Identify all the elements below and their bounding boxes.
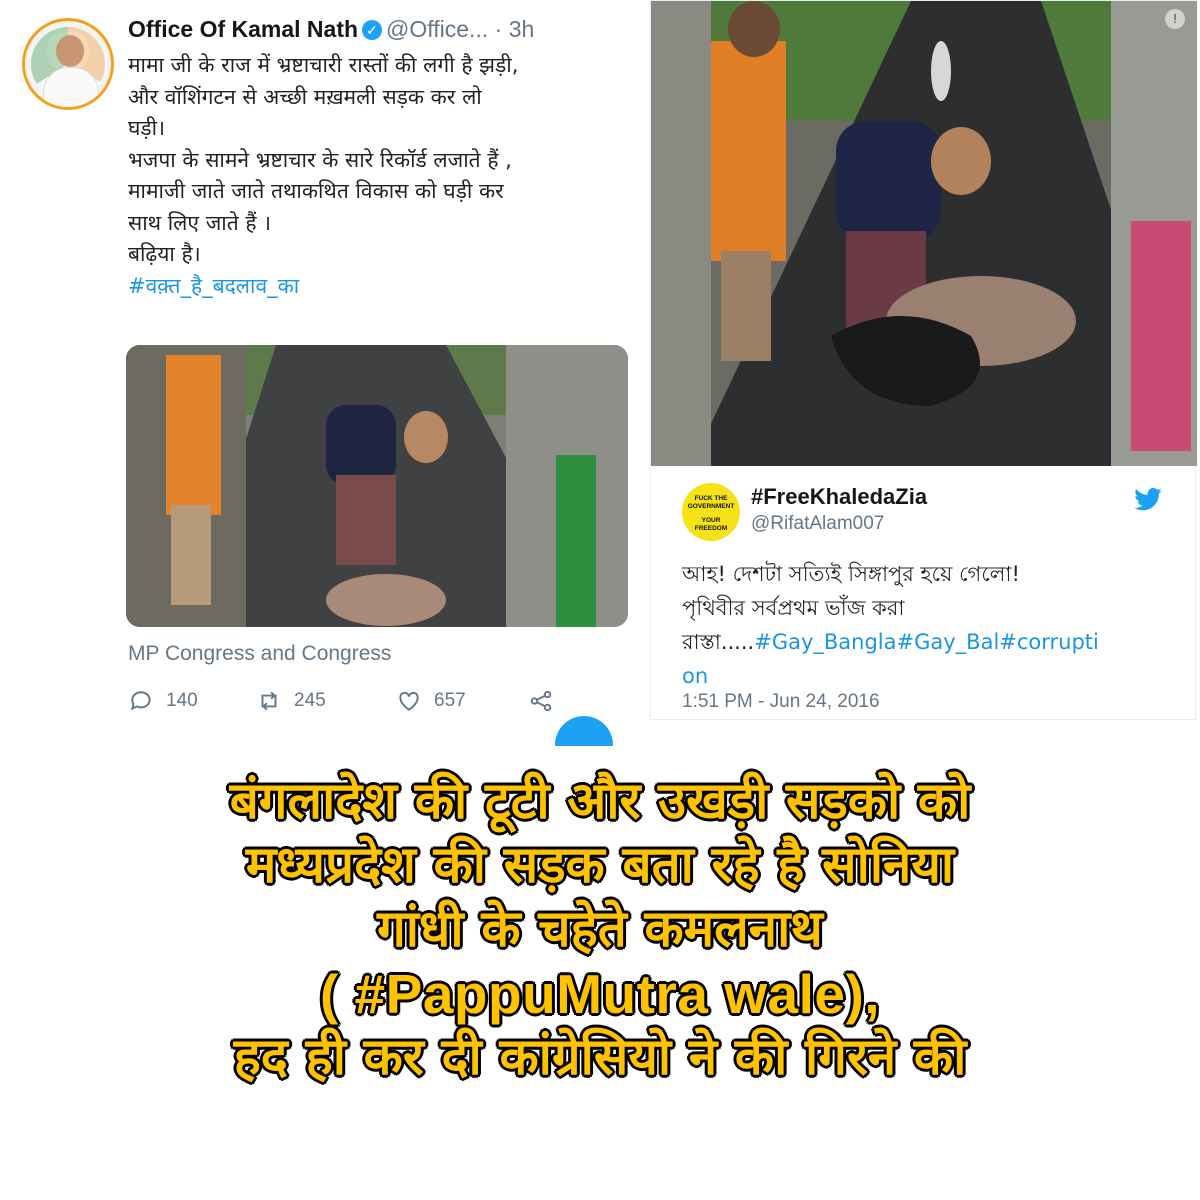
- separator-dot: ·: [494, 16, 503, 42]
- hashtag-link[interactable]: on: [682, 664, 708, 688]
- tweet-photo[interactable]: !: [651, 1, 1197, 466]
- caption-line: बंगलादेश की टूटी और उखड़ी सड़को को: [229, 772, 971, 831]
- overlay-caption: बंगलादेश की टूटी और उखड़ी सड़को को मध्यप…: [0, 770, 1200, 1090]
- tweet-line: भजपा के सामने भ्रष्टाचार के सारे रिकॉर्ड…: [128, 147, 512, 172]
- tweet-timestamp[interactable]: 1:51 PM - Jun 24, 2016: [682, 691, 880, 713]
- avatar-text: YOUR: [701, 517, 721, 524]
- author-name[interactable]: Office Of Kamal Nath: [128, 16, 358, 42]
- hashtag-link[interactable]: #Gay_Bangla#Gay_Bal#corrupti: [754, 630, 1099, 654]
- retweet-action[interactable]: 245: [256, 688, 326, 714]
- freekhaledazia-tweet: ! FUCK THE GOVERNMENT YOUR FREEDOM #Free…: [650, 0, 1197, 720]
- tweet-line: बढ़िया है।: [128, 242, 201, 266]
- reply-action[interactable]: 140: [128, 688, 198, 714]
- tweet-actions: 140 245 657: [128, 688, 608, 718]
- tweet-time[interactable]: 3h: [509, 16, 535, 42]
- caption-line: ( #PappuMutra wale),: [319, 963, 881, 1025]
- tweet-line: घड़ी।: [128, 116, 166, 140]
- avatar-text: GOVERNMENT: [687, 503, 735, 510]
- tweet-line: রাস্তা.....: [682, 630, 755, 654]
- tweet-header: Office Of Kamal Nath ✓ @Office... · 3h: [128, 16, 534, 43]
- media-source[interactable]: MP Congress and Congress: [128, 642, 391, 666]
- tweet-line: और वॉशिंगटन से अच्छी मख़मली सड़क कर लो: [128, 84, 482, 109]
- tweet-line: আহ! দেশটা সত্যিই সিঙ্গাপুর হয়ে গেলো!: [682, 562, 1020, 586]
- caption-line: हद ही कर दी कांग्रेसियो ने की गिरने की: [233, 1028, 967, 1087]
- caption-line: मध्यप्रदेश की सड़क बता रहे है सोनिया: [245, 836, 955, 895]
- tweet-text: मामा जी के राज में भ्रष्टाचारी रास्तों क…: [128, 50, 628, 302]
- reply-icon: [130, 691, 151, 711]
- verified-badge-icon: ✓: [362, 20, 383, 40]
- share-icon: [530, 690, 552, 712]
- hashtag-link[interactable]: #वक़्त_है_बदलाव_का: [128, 274, 299, 298]
- retweet-icon: [261, 691, 277, 711]
- tweet-line: मामाजी जाते जाते तथाकथित विकास को घड़ी क…: [128, 179, 504, 203]
- retweet-count: 245: [294, 690, 326, 711]
- avatar-text: FUCK THE: [694, 495, 728, 502]
- author-name[interactable]: #FreeKhaledaZia: [751, 484, 927, 510]
- profile-avatar[interactable]: FUCK THE GOVERNMENT YOUR FREEDOM: [682, 483, 740, 541]
- tweet-line: मामा जी के राज में भ्रष्टाचारी रास्तों क…: [128, 53, 519, 77]
- heart-icon: [399, 691, 419, 711]
- author-handle[interactable]: @RifatAlam007: [751, 513, 884, 535]
- share-action[interactable]: [528, 688, 554, 714]
- reply-count: 140: [166, 690, 198, 711]
- kamal-nath-tweet: Office Of Kamal Nath ✓ @Office... · 3h माम…: [0, 0, 640, 730]
- tweet-text: আহ! দেশটা সত্যিই সিঙ্গাপুর হয়ে গেলো! পৃ…: [682, 557, 1182, 693]
- caption-line: गांधी के चहेते कमलनाथ: [377, 900, 823, 959]
- like-action[interactable]: 657: [396, 688, 466, 714]
- road-photo-illustration: [126, 345, 628, 627]
- twitter-bird-icon[interactable]: [1133, 487, 1163, 513]
- info-icon[interactable]: !: [1165, 9, 1185, 29]
- author-handle[interactable]: @Office...: [386, 16, 488, 42]
- tweet-line: साथ लिए जाते हैं ।: [128, 210, 272, 235]
- tweet-line: পৃথিবীর সর্বপ্রথম ভাঁজ করা: [682, 596, 905, 620]
- tweet-photo[interactable]: [126, 345, 628, 627]
- avatar-text: FREEDOM: [694, 525, 728, 532]
- profile-avatar[interactable]: [22, 18, 114, 110]
- road-photo-illustration: [651, 1, 1197, 466]
- like-count: 657: [434, 690, 466, 711]
